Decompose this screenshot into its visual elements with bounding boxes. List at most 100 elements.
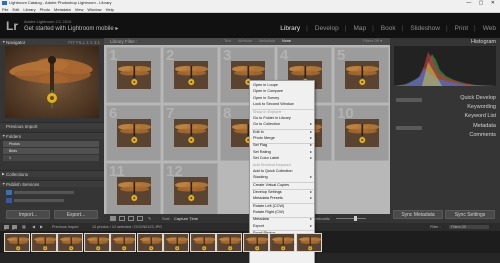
filmstrip-thumbnail[interactable] [4, 233, 30, 252]
keywording-header[interactable]: Keywording [467, 104, 496, 110]
grid-cell[interactable]: 11 [106, 163, 161, 214]
back-arrow-icon[interactable]: ◀ [32, 223, 35, 231]
grid-cell[interactable]: 6 [106, 105, 161, 161]
filter-tab-metadata[interactable]: Metadata [259, 38, 275, 45]
filmstrip-thumbnail[interactable] [216, 233, 242, 252]
module-library[interactable]: Library [280, 25, 300, 32]
context-menu-item[interactable]: Develop Settings ▸ [253, 190, 313, 195]
context-menu-item[interactable]: Create Virtual Copies [253, 183, 313, 188]
filter-tab-text[interactable]: Text [224, 38, 231, 45]
grid-view-icon[interactable] [110, 216, 116, 221]
metadata-preset-dropdown[interactable] [396, 126, 422, 130]
menu-file[interactable]: File [2, 6, 8, 12]
slider-thumb[interactable] [354, 216, 357, 221]
grid-cell[interactable]: 12 [163, 163, 218, 214]
grid-cell[interactable]: 5 [334, 47, 389, 103]
context-menu-item[interactable]: Stacking ▸ [253, 175, 313, 180]
sync-metadata-button[interactable]: Sync Metadata [393, 210, 443, 219]
module-develop[interactable]: Develop [315, 25, 339, 32]
forward-arrow-icon[interactable]: ▶ [40, 223, 43, 231]
menu-edit[interactable]: Edit [12, 6, 19, 12]
context-menu-item[interactable]: Open in Loupe [253, 83, 313, 88]
filmstrip-thumbnail[interactable] [136, 233, 163, 252]
loupe-view-icon[interactable] [119, 216, 125, 221]
filmstrip-thumbnail[interactable] [295, 233, 322, 252]
folder-row[interactable]: Birds [3, 148, 99, 154]
navigator-preview[interactable] [5, 46, 99, 118]
export-button[interactable]: Export... [54, 210, 98, 219]
survey-view-icon[interactable] [137, 216, 143, 221]
module-book[interactable]: Book [381, 25, 396, 32]
menu-metadata[interactable]: Metadata [54, 6, 71, 12]
filmstrip-thumbnail[interactable] [242, 233, 269, 252]
menu-photo[interactable]: Photo [40, 6, 50, 12]
context-menu-item[interactable]: Go to Folder in Library [253, 116, 313, 121]
grid-cell[interactable]: 10 [334, 105, 389, 161]
previous-import-row[interactable]: Previous Import [0, 122, 104, 129]
second-window-icon[interactable]: 2 [12, 225, 17, 231]
sort-dropdown[interactable]: Capture Time [174, 214, 198, 223]
thumbnail-size-slider[interactable] [336, 218, 366, 219]
context-menu-item[interactable]: Add to Quick Collection [253, 169, 313, 174]
module-map[interactable]: Map [353, 25, 366, 32]
quick-develop-header[interactable]: Quick Develop [460, 95, 496, 101]
module-print[interactable]: Print [455, 25, 468, 32]
filmstrip-filter-dropdown[interactable]: Filters Off [449, 225, 489, 229]
filmstrip-thumbnail[interactable] [163, 233, 189, 252]
filmstrip-thumbnail[interactable] [57, 233, 83, 252]
publish-service-row[interactable] [14, 191, 74, 194]
grid-cell[interactable]: 7 [163, 105, 218, 161]
module-web[interactable]: Web [483, 25, 496, 32]
filmstrip-thumbnail[interactable] [30, 233, 57, 252]
module-slideshow[interactable]: Slideshow [410, 25, 440, 32]
painter-icon[interactable]: ✎ [148, 214, 151, 223]
filmstrip-thumbnail[interactable] [269, 233, 295, 252]
filter-tab-none[interactable]: None [282, 38, 291, 45]
filter-preset-dropdown[interactable]: Filters Off ▾ [363, 38, 382, 45]
navigator-header[interactable]: ▼ Navigator FIT FILL 1:1 3:1 [0, 38, 104, 45]
compare-view-icon[interactable] [128, 216, 134, 221]
menu-view[interactable]: View [75, 6, 84, 12]
context-menu-item[interactable]: Open in Compare [253, 89, 313, 94]
context-menu-item[interactable]: Edit In ▸ [253, 130, 313, 135]
folders-header[interactable]: ▼ Folders [0, 132, 104, 139]
comments-header[interactable]: Comments [469, 132, 496, 138]
context-menu-item[interactable]: Metadata ▸ [253, 217, 313, 222]
context-menu-item[interactable]: Export ▸ [253, 224, 313, 229]
collections-header[interactable]: ▶ Collections [0, 170, 104, 177]
folder-row[interactable]: Photos [3, 141, 99, 147]
saved-preset-dropdown[interactable] [396, 98, 422, 102]
keyword-list-header[interactable]: Keyword List [465, 113, 497, 119]
grid-cell[interactable]: 2 [163, 47, 218, 103]
menu-help[interactable]: Help [106, 6, 114, 12]
sync-settings-button[interactable]: Sync Settings [445, 210, 495, 219]
navigator-zoom-options[interactable]: FIT FILL 1:1 3:1 [68, 39, 100, 46]
main-window-icon[interactable]: 1 [4, 225, 9, 231]
filmstrip-thumbnail[interactable] [189, 233, 216, 252]
context-menu-item[interactable]: Set Color Label ▸ [253, 156, 313, 161]
context-menu-item[interactable]: Open in Survey [253, 96, 313, 101]
publish-service-row[interactable] [14, 199, 64, 202]
folder-row[interactable]: 1 [3, 155, 99, 161]
context-menu-item[interactable]: Set Rating ▸ [253, 150, 313, 155]
context-menu-item[interactable]: Rotate Right (CW) [253, 210, 313, 215]
publish-services-header[interactable]: ▼ Publish Services [0, 180, 104, 187]
context-menu-item[interactable]: Lock to Second Window [253, 102, 313, 107]
histogram-header[interactable]: Histogram [471, 39, 496, 45]
context-menu-item[interactable]: Photo Merge ▸ [253, 136, 313, 141]
metadata-header[interactable]: Metadata [473, 123, 496, 129]
context-menu-item[interactable]: Set Flag ▸ [253, 143, 313, 148]
filmstrip-thumbnail[interactable] [110, 233, 136, 252]
menu-window[interactable]: Window [87, 6, 101, 12]
grid-shortcut-icon[interactable]: ▦ [22, 223, 26, 231]
grid-cell[interactable]: 1 [106, 47, 161, 103]
mobile-prompt[interactable]: Get started with Lightroom mobile ▸ [24, 25, 118, 32]
filter-tab-attribute[interactable]: Attribute [238, 38, 252, 45]
filmstrip-source[interactable]: Previous Import [52, 223, 79, 231]
menu-library[interactable]: Library [23, 6, 35, 12]
context-menu-item[interactable]: Rotate Left (CCW) [253, 204, 313, 209]
import-button[interactable]: Import... [6, 210, 50, 219]
context-menu-item[interactable]: Metadata Presets ▸ [253, 196, 313, 201]
filmstrip-thumbnail[interactable] [83, 233, 110, 252]
context-menu-item[interactable]: Go to Collection ▸ [253, 122, 313, 127]
